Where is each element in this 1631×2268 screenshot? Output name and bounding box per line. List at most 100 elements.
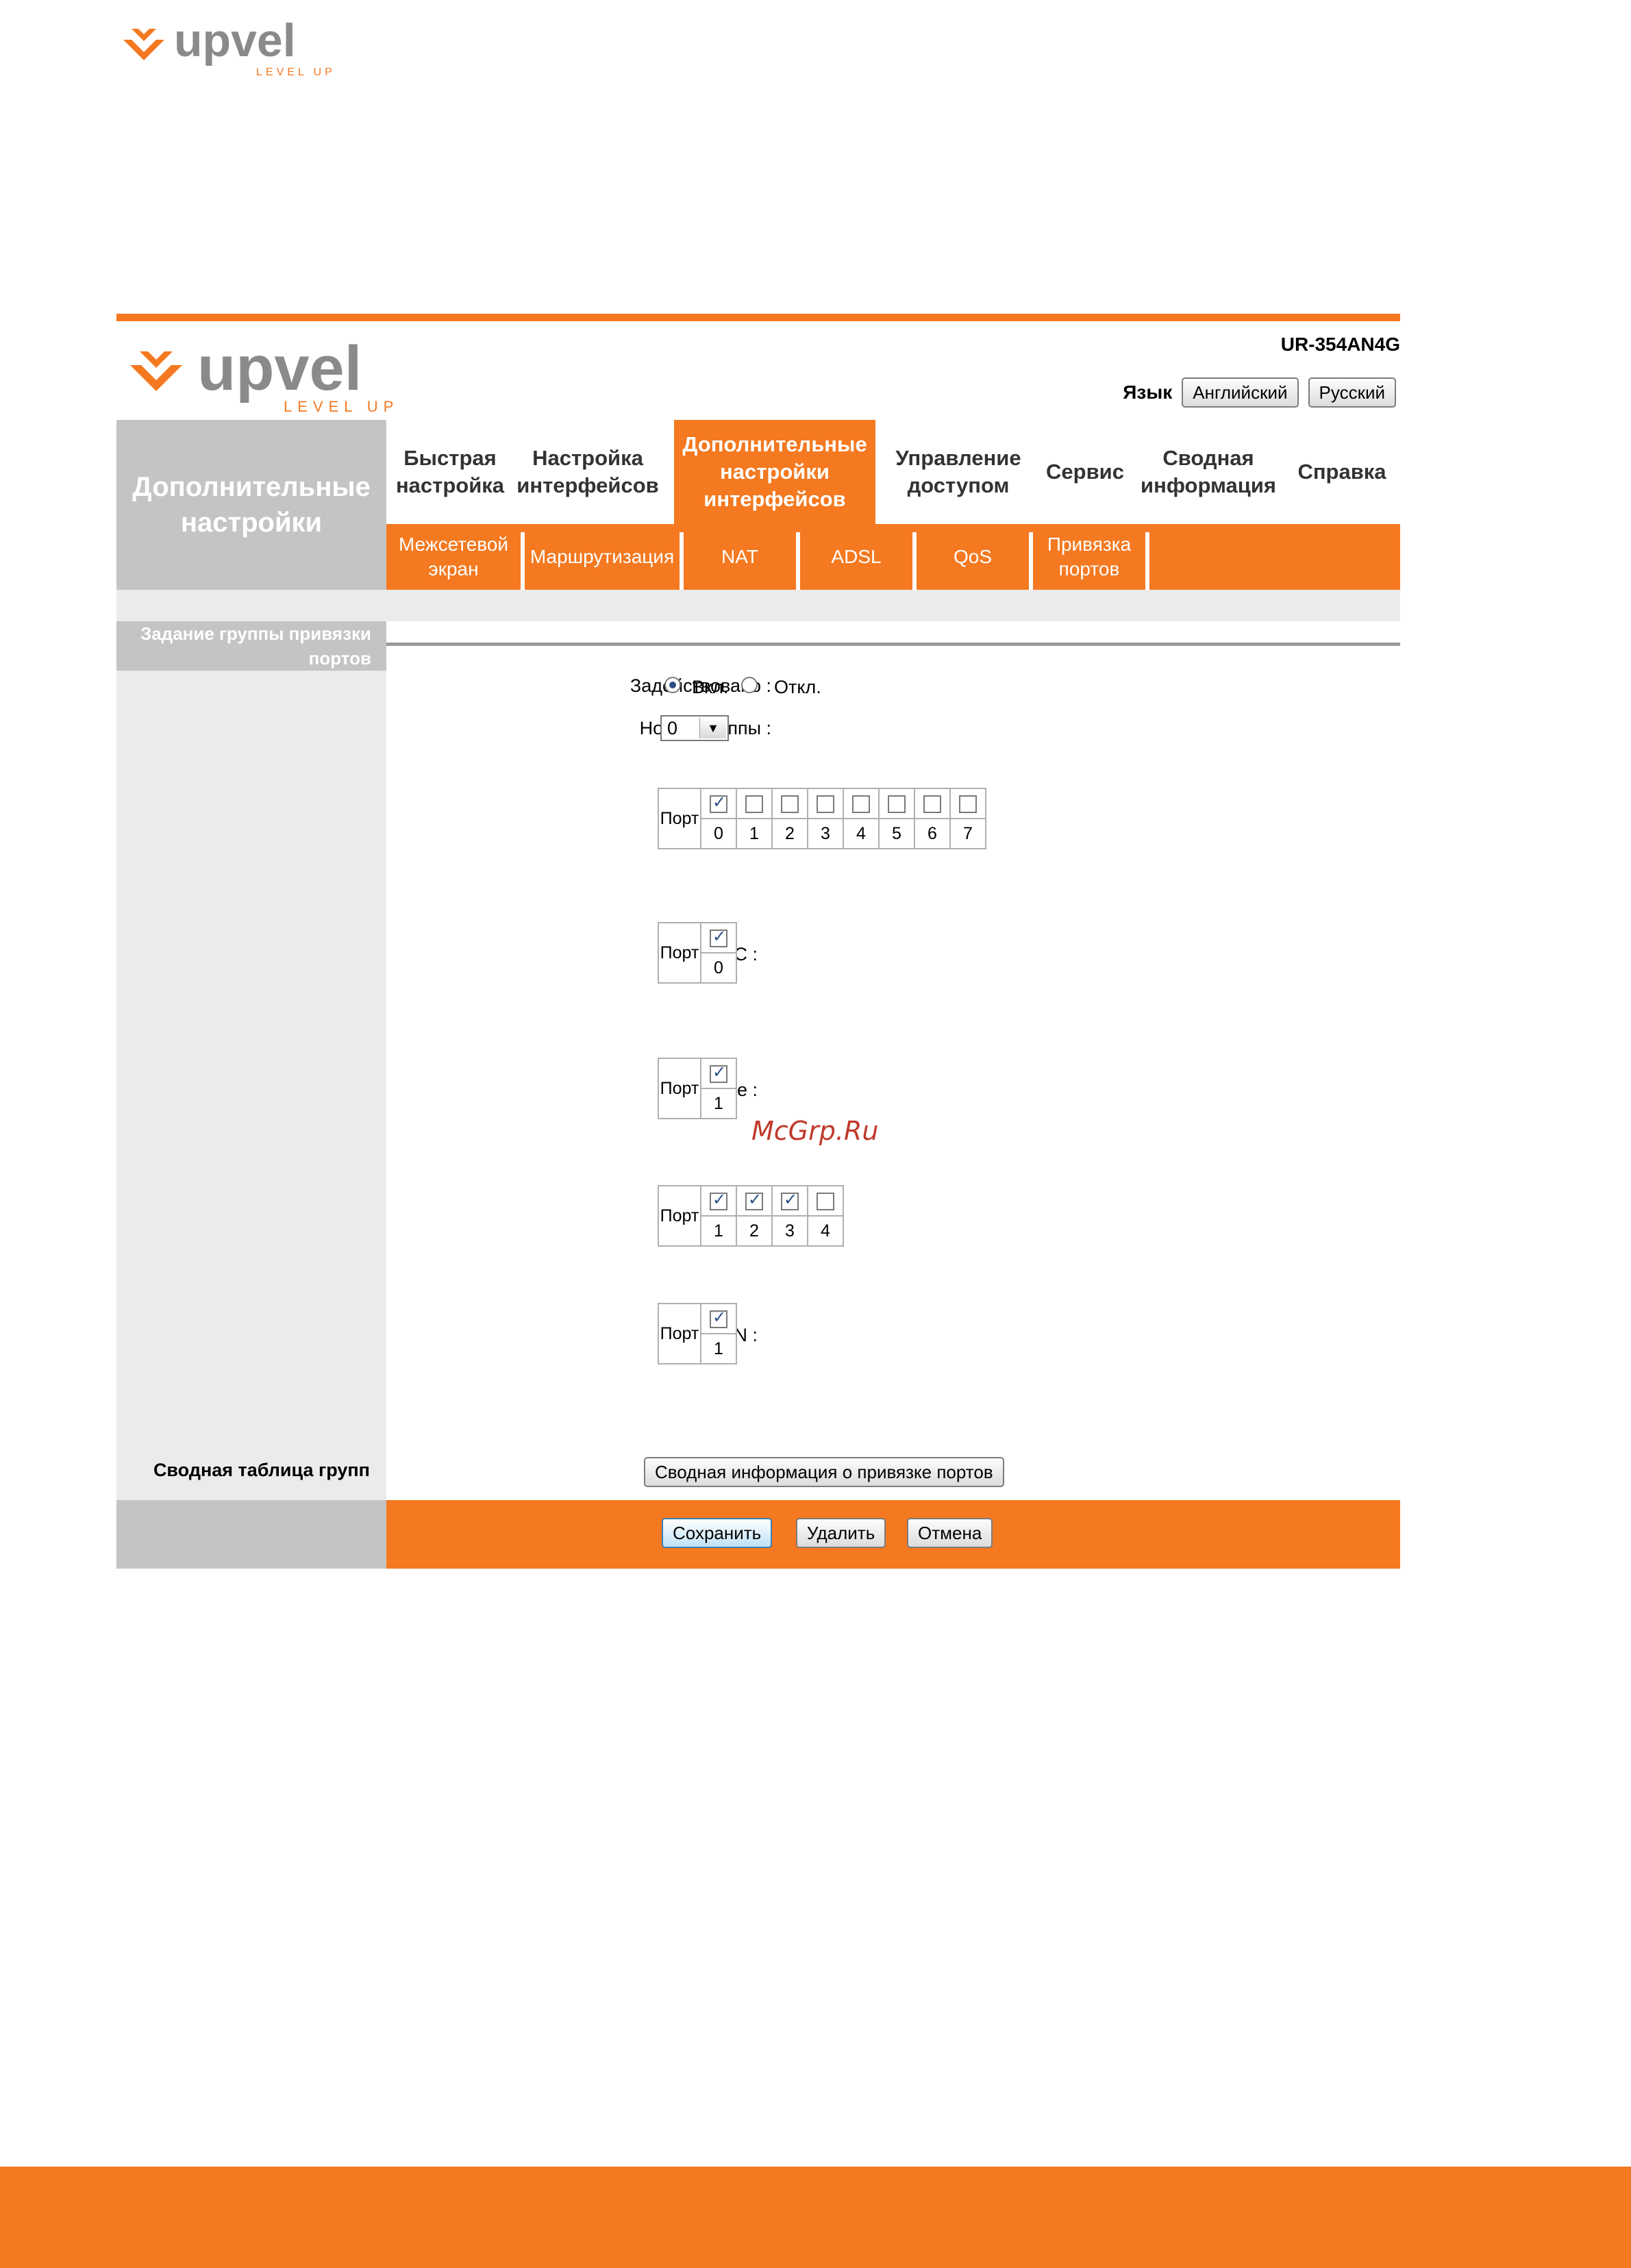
port-checkbox-cell <box>700 788 737 819</box>
port-header: Порт <box>658 1303 701 1364</box>
subnav-adsl[interactable]: ADSL <box>800 524 912 590</box>
section-heading: Дополнительные настройки <box>116 420 386 590</box>
router-ui: upvel LEVEL UP UR-354AN4G Язык Английски… <box>116 314 1400 1569</box>
port-number: 1 <box>700 1215 737 1247</box>
port-header: Порт <box>658 922 701 984</box>
port-binding-section-title: Задание группы привязки портов <box>116 621 386 671</box>
left-column <box>116 621 386 1500</box>
port-number: 6 <box>914 818 951 849</box>
port-checkbox[interactable] <box>710 793 727 813</box>
port-checkbox-cell <box>843 788 880 819</box>
russian-button[interactable]: Русский <box>1308 377 1396 408</box>
subnav-routing[interactable]: Маршрутизация <box>525 524 680 590</box>
port-checkbox[interactable] <box>710 1190 727 1210</box>
atm-vc-port-table: Порт01234567 <box>658 788 986 849</box>
nav-interface-setup[interactable]: Настройка интерфейсов <box>514 420 662 524</box>
cancel-button[interactable]: Отмена <box>907 1518 993 1548</box>
port-number: 2 <box>736 1215 773 1247</box>
wlan-port-table: Порт1 <box>658 1303 737 1364</box>
top-accent-bar <box>116 314 1400 321</box>
port-number: 0 <box>700 952 737 984</box>
sub-navigation: Межсетевой экран Маршрутизация NAT ADSL Q… <box>386 524 1400 590</box>
model-name: UR-354AN4G <box>1280 334 1400 355</box>
port-checkbox[interactable] <box>923 795 941 813</box>
page-bottom-band <box>0 2167 1631 2268</box>
port-number: 3 <box>807 818 844 849</box>
port-checkbox-cell <box>807 788 844 819</box>
upvel-logo-icon: upvel LEVEL UP <box>123 14 336 78</box>
nav-quick-setup[interactable]: Быстрая настройка <box>386 420 514 524</box>
enabled-on-label: Вкл. <box>692 677 729 697</box>
enabled-label: Задействовано : <box>630 675 771 696</box>
subnav-port-binding[interactable]: Привязка портов <box>1033 524 1145 590</box>
port-checkbox-cell <box>807 1185 844 1217</box>
port-checkbox[interactable] <box>745 1190 763 1210</box>
svg-text:LEVEL UP: LEVEL UP <box>284 398 399 415</box>
port-checkbox[interactable] <box>710 1062 727 1083</box>
port-checkbox-cell <box>700 1058 737 1089</box>
port-number: 2 <box>771 818 808 849</box>
subnav-nat[interactable]: NAT <box>684 524 796 590</box>
port-checkbox[interactable] <box>817 795 834 813</box>
port-checkbox[interactable] <box>781 795 799 813</box>
nav-access-management[interactable]: Управление доступом <box>880 420 1037 524</box>
port-number: 1 <box>736 818 773 849</box>
enabled-off-label: Откл. <box>774 677 821 697</box>
subnav-divider <box>1145 532 1149 590</box>
port-checkbox-cell <box>736 788 773 819</box>
upvel-logo-icon: upvel LEVEL UP <box>130 335 399 415</box>
port-checkbox-cell <box>949 788 986 819</box>
wan0-vc-port-table: Порт0 <box>658 922 737 984</box>
enabled-on-radio[interactable] <box>664 677 681 693</box>
svg-text:upvel: upvel <box>197 335 362 403</box>
port-checkbox[interactable] <box>745 795 763 813</box>
chevron-down-icon: ▼ <box>699 718 726 738</box>
port-checkbox-cell <box>878 788 915 819</box>
port-checkbox[interactable] <box>710 927 727 947</box>
nav-summary[interactable]: Сводная информация <box>1133 420 1284 524</box>
port-checkbox[interactable] <box>852 795 870 813</box>
port-number: 7 <box>949 818 986 849</box>
port-number: 0 <box>700 818 737 849</box>
delete-button[interactable]: Удалить <box>796 1518 886 1548</box>
nav-service[interactable]: Сервис <box>1037 420 1133 524</box>
separator-strip <box>116 590 1400 621</box>
subnav-firewall[interactable]: Межсетевой экран <box>386 524 521 590</box>
port-checkbox[interactable] <box>888 795 906 813</box>
dongle-port-table: Порт1 <box>658 1058 737 1119</box>
main-navigation: Быстрая настройка Настройка интерфейсов До… <box>386 420 1400 524</box>
port-checkbox-cell <box>914 788 951 819</box>
language-label: Язык <box>1123 382 1173 403</box>
nav-help[interactable]: Справка <box>1284 420 1400 524</box>
svg-text:upvel: upvel <box>174 14 296 66</box>
port-checkbox-cell <box>700 922 737 954</box>
port-header: Порт <box>658 1185 701 1247</box>
port-header: Порт <box>658 1058 701 1119</box>
nav-advanced-setup[interactable]: Дополнительные настройки интерфейсов <box>674 420 875 524</box>
group-summary-label: Сводная таблица групп <box>153 1460 370 1480</box>
subnav-qos[interactable]: QoS <box>917 524 1029 590</box>
port-checkbox[interactable] <box>781 1190 799 1210</box>
footer-left-block <box>116 1500 386 1569</box>
language-switcher: Язык Английский Русский <box>1123 377 1396 408</box>
svg-text:LEVEL UP: LEVEL UP <box>256 66 336 78</box>
port-checkbox[interactable] <box>710 1308 727 1328</box>
port-number: 3 <box>771 1215 808 1247</box>
ui-header: upvel LEVEL UP UR-354AN4G Язык Английски… <box>116 321 1400 423</box>
ethernet-port-table: Порт1234 <box>658 1185 844 1247</box>
section-divider <box>386 643 1400 646</box>
group-number-select[interactable]: 0 ▼ <box>660 715 729 741</box>
port-binding-summary-button[interactable]: Сводная информация о привязке портов <box>644 1457 1004 1487</box>
save-button[interactable]: Сохранить <box>662 1518 773 1548</box>
port-checkbox[interactable] <box>959 795 977 813</box>
port-checkbox-cell <box>771 788 808 819</box>
port-checkbox[interactable] <box>817 1192 834 1210</box>
port-checkbox-cell <box>736 1185 773 1217</box>
english-button[interactable]: Английский <box>1182 377 1299 408</box>
group-number-label: Номер группы : <box>640 718 771 738</box>
watermark-text: McGrp.Ru <box>751 1116 879 1146</box>
port-number: 1 <box>700 1333 737 1364</box>
enabled-off-radio[interactable] <box>741 677 758 693</box>
port-header: Порт <box>658 788 701 849</box>
footer-bar <box>386 1500 1400 1569</box>
